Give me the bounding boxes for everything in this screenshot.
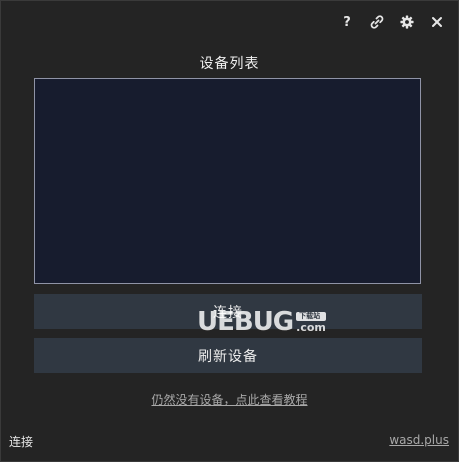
close-button[interactable] [428, 13, 446, 31]
question-mark-icon: ? [343, 14, 351, 30]
gear-icon [400, 15, 414, 29]
close-icon [432, 17, 442, 27]
app-window: ? 设备列表 连接 刷新设备 UEBUG 下载站 .com 仍然没有设备，点此查… [0, 0, 459, 462]
help-button[interactable]: ? [338, 13, 356, 31]
site-link[interactable]: wasd.plus [389, 433, 449, 447]
link-icon [370, 15, 384, 29]
device-list[interactable] [34, 78, 421, 284]
link-button[interactable] [368, 13, 386, 31]
tutorial-link[interactable]: 仍然没有设备，点此查看教程 [1, 391, 458, 408]
refresh-devices-button[interactable]: 刷新设备 [34, 338, 422, 373]
page-title: 设备列表 [199, 56, 260, 72]
settings-button[interactable] [398, 13, 416, 31]
connect-button[interactable]: 连接 [34, 294, 422, 329]
window-toolbar: ? [338, 13, 446, 31]
status-text: 连接 [9, 435, 34, 449]
